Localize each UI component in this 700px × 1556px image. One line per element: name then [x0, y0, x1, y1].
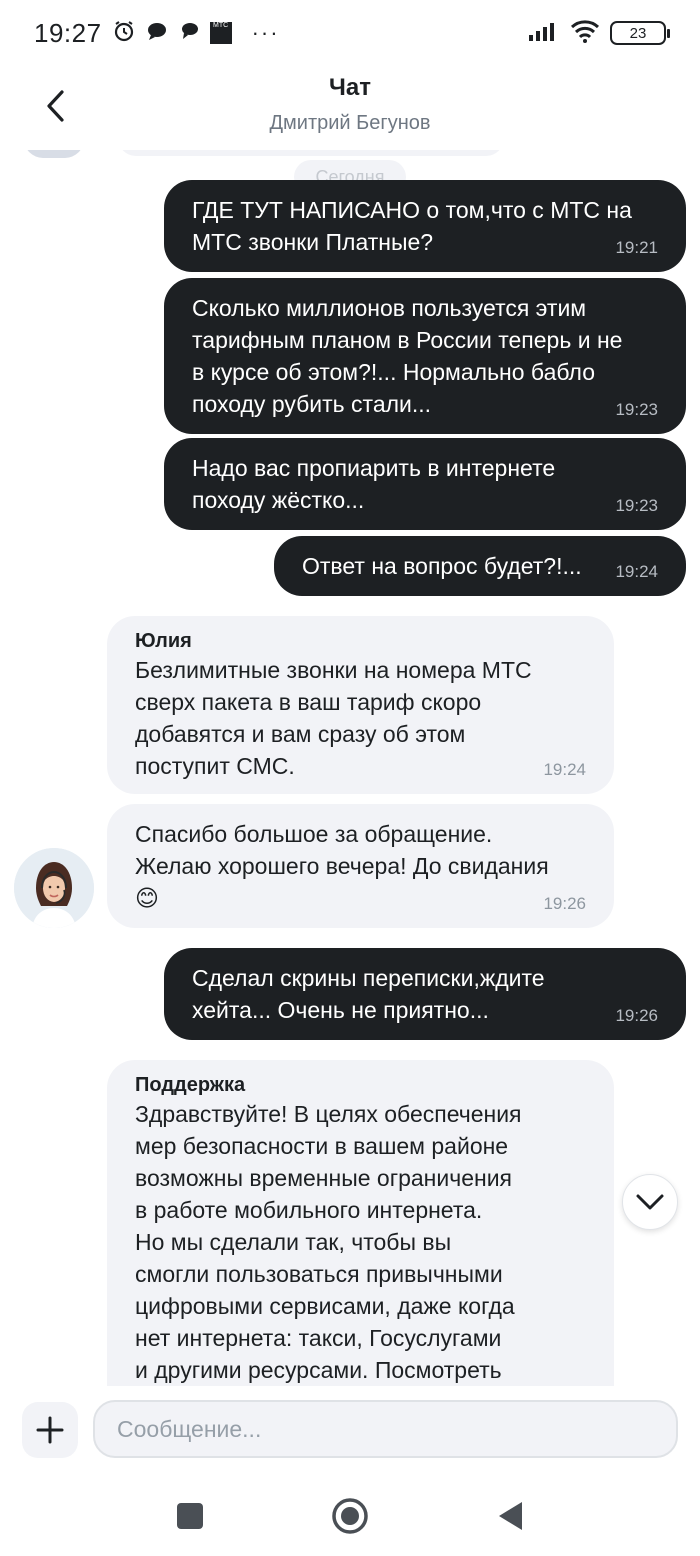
incoming-message[interactable]: Поддержка Здравствуйте! В целях обеспече… [107, 1060, 614, 1386]
message-text: Сколько миллионов пользуется этим тарифн… [192, 295, 623, 417]
wifi-icon [570, 19, 600, 48]
alarm-icon [112, 19, 136, 48]
message-text: Спасибо большое за обращение. Желаю хоро… [135, 821, 549, 911]
partial-message [118, 150, 504, 156]
message-time: 19:21 [615, 238, 658, 257]
battery-icon: 23 [610, 21, 670, 45]
message-time: 19:26 [543, 894, 586, 913]
message-text: Ответ на вопрос будет?!... [302, 553, 582, 579]
status-bar: 19:27 МТС ··· 23 [0, 0, 700, 66]
partial-avatar [24, 150, 84, 158]
plus-icon [36, 1416, 64, 1444]
system-icons: 23 [528, 19, 670, 48]
chevron-down-icon [636, 1194, 664, 1210]
incoming-message[interactable]: Юлия Безлимитные звонки на номера МТС св… [107, 616, 614, 794]
scroll-down-button[interactable] [622, 1174, 678, 1230]
chat-header: Чат Дмитрий Бегунов [0, 66, 700, 150]
status-time: 19:27 [34, 17, 102, 48]
outgoing-message[interactable]: Сколько миллионов пользуется этим тарифн… [164, 278, 686, 434]
page-title: Чат [329, 74, 371, 101]
chat-bubble-icon [146, 20, 168, 47]
outgoing-message[interactable]: Сделал скрины переписки,ждите хейта... О… [164, 948, 686, 1040]
sender-name: Поддержка [135, 1074, 246, 1096]
recent-apps-button[interactable] [166, 1492, 214, 1540]
signal-icon [528, 20, 560, 47]
message-time: 19:26 [615, 1006, 658, 1025]
triangle-back-icon [499, 1502, 522, 1530]
incoming-message[interactable]: Спасибо большое за обращение. Желаю хоро… [107, 804, 614, 928]
composer [0, 1386, 700, 1476]
chat-bubbles-icon [178, 20, 200, 47]
message-text: Здравствуйте! В целях обеспечения мер бе… [135, 1101, 522, 1383]
outgoing-message[interactable]: Ответ на вопрос будет?!... 19:24 [274, 536, 686, 596]
message-input[interactable] [93, 1400, 678, 1458]
system-navigation-bar [0, 1476, 700, 1556]
back-nav-button[interactable] [486, 1492, 534, 1540]
message-text: Безлимитные звонки на номера МТС сверх п… [135, 657, 532, 779]
attach-button[interactable] [22, 1402, 78, 1458]
message-text: Сделал скрины переписки,ждите хейта... О… [192, 965, 545, 1023]
message-time: 19:24 [543, 760, 586, 779]
home-circle-icon [332, 1498, 368, 1534]
chat-contact-name: Дмитрий Бегунов [269, 112, 431, 134]
operator-avatar [14, 848, 94, 928]
notification-icons: МТС ··· [112, 19, 280, 48]
home-button[interactable] [326, 1492, 374, 1540]
square-icon [177, 1503, 203, 1529]
message-text: Надо вас пропиарить в интернете походу ж… [192, 455, 556, 513]
outgoing-message[interactable]: Надо вас пропиарить в интернете походу ж… [164, 438, 686, 530]
sender-name: Юлия [135, 630, 192, 652]
message-time: 19:23 [615, 496, 658, 515]
outgoing-message[interactable]: ГДЕ ТУТ НАПИСАНО о том,что с МТС на МТС … [164, 180, 686, 272]
message-text: ГДЕ ТУТ НАПИСАНО о том,что с МТС на МТС … [192, 197, 632, 255]
message-time: 19:23 [615, 400, 658, 419]
message-time: 19:24 [615, 562, 658, 581]
more-notifications-icon: ··· [251, 20, 280, 45]
mts-app-icon: МТС [209, 22, 232, 44]
chat-messages[interactable]: Сегодня ГДЕ ТУТ НАПИСАНО о том,что с МТС… [0, 150, 700, 1386]
